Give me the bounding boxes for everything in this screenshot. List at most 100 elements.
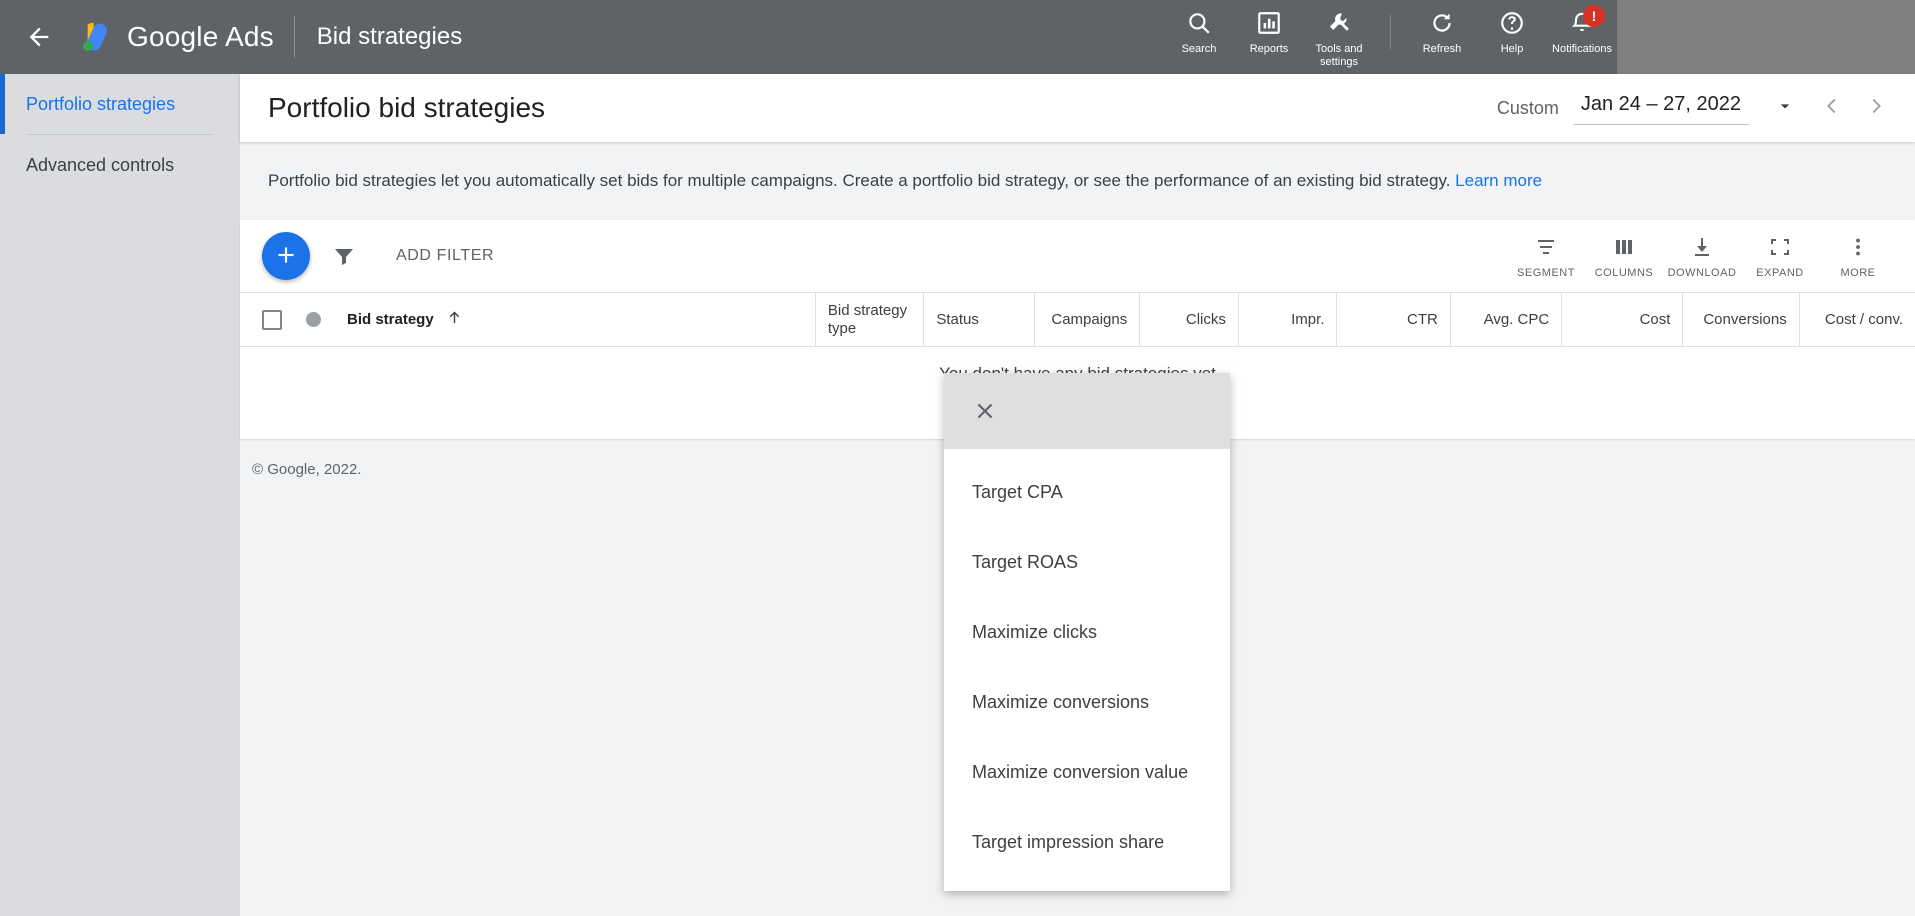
- table-tools-group: SEGMENT COLUMNS DOWNLOAD EXPAND MORE: [1507, 234, 1897, 279]
- plus-icon: [273, 242, 299, 271]
- top-app-bar: Google Ads Bid strategies Search Reports…: [0, 0, 1617, 74]
- tools-and-settings-label: Tools and settings: [1315, 43, 1363, 68]
- menu-item-maximize-conversion-value[interactable]: Maximize conversion value: [944, 737, 1230, 807]
- add-bid-strategy-button[interactable]: [262, 232, 310, 280]
- column-label: Cost: [1639, 310, 1671, 328]
- sidebar-item-label: Portfolio strategies: [26, 93, 176, 114]
- brand-title: Google Ads: [127, 21, 274, 53]
- help-button[interactable]: Help: [1477, 9, 1547, 56]
- segment-icon: [1534, 234, 1558, 260]
- column-label: Campaigns: [1051, 310, 1128, 328]
- menu-item-target-cpa[interactable]: Target CPA: [944, 457, 1230, 527]
- menu-header: [944, 373, 1230, 449]
- column-label: Status: [936, 310, 979, 328]
- sidebar-item-advanced-controls[interactable]: Advanced controls: [0, 135, 240, 195]
- sidebar-item-label: Advanced controls: [26, 154, 175, 175]
- refresh-icon: [1429, 9, 1455, 37]
- arrow-up-icon: [446, 309, 463, 331]
- left-sidebar: Portfolio strategies Advanced controls: [0, 74, 240, 916]
- search-icon: [1186, 9, 1212, 37]
- sidebar-item-portfolio-strategies[interactable]: Portfolio strategies: [0, 74, 240, 134]
- column-header-cost-per-conv[interactable]: Cost / conv.: [1798, 293, 1915, 346]
- close-x-icon[interactable]: [972, 398, 998, 424]
- columns-button[interactable]: COLUMNS: [1585, 234, 1663, 279]
- more-button[interactable]: MORE: [1819, 234, 1897, 279]
- column-label: Conversions: [1703, 310, 1787, 328]
- notifications-label: Notifications: [1552, 43, 1612, 55]
- brand-divider: [293, 16, 295, 58]
- column-header-conversions[interactable]: Conversions: [1682, 293, 1798, 346]
- funnel-filter-icon[interactable]: [332, 244, 356, 268]
- column-label: CTR: [1407, 310, 1438, 328]
- help-question-icon: [1499, 9, 1525, 37]
- menu-item-maximize-clicks[interactable]: Maximize clicks: [944, 597, 1230, 667]
- column-header-ctr[interactable]: CTR: [1336, 293, 1449, 346]
- bid-strategy-type-menu: Target CPA Target ROAS Maximize clicks M…: [944, 373, 1230, 891]
- description-strip: Portfolio bid strategies let you automat…: [240, 142, 1915, 220]
- select-all-checkbox[interactable]: [262, 309, 282, 330]
- reports-bar-chart-icon: [1256, 9, 1282, 37]
- expand-label: EXPAND: [1756, 266, 1804, 279]
- columns-label: COLUMNS: [1594, 266, 1654, 279]
- column-label: Impr.: [1291, 310, 1325, 328]
- column-label: Bid strategy: [347, 310, 434, 328]
- menu-item-label: Target impression share: [972, 832, 1165, 852]
- chevron-down-icon[interactable]: [1775, 96, 1795, 121]
- column-label: Clicks: [1185, 310, 1226, 328]
- menu-item-maximize-conversions[interactable]: Maximize conversions: [944, 667, 1230, 737]
- search-label: Search: [1181, 43, 1217, 55]
- expand-button[interactable]: EXPAND: [1741, 234, 1819, 279]
- column-label: Bid strategy type: [827, 301, 908, 337]
- add-filter-button[interactable]: ADD FILTER: [396, 247, 494, 265]
- column-header-campaigns[interactable]: Campaigns: [1033, 293, 1140, 346]
- notifications-button[interactable]: ! Notifications: [1547, 5, 1617, 56]
- chevron-left-icon[interactable]: [1821, 95, 1843, 122]
- column-header-bid-strategy-type[interactable]: Bid strategy type: [814, 293, 923, 346]
- top-actions-group: Search Reports Tools and settings Refres…: [1164, 0, 1617, 74]
- more-label: MORE: [1840, 266, 1876, 279]
- help-label: Help: [1500, 43, 1524, 55]
- menu-item-label: Maximize conversion value: [972, 762, 1189, 782]
- menu-item-label: Target ROAS: [972, 552, 1079, 572]
- search-button[interactable]: Search: [1164, 9, 1234, 56]
- columns-icon: [1612, 234, 1636, 260]
- topbar-right-filler: [1617, 0, 1915, 74]
- status-dot-icon: [306, 312, 321, 327]
- learn-more-link[interactable]: Learn more: [1455, 171, 1542, 190]
- column-label: Avg. CPC: [1483, 310, 1550, 328]
- column-header-clicks[interactable]: Clicks: [1139, 293, 1238, 346]
- column-header-avg-cpc[interactable]: Avg. CPC: [1449, 293, 1561, 346]
- refresh-button[interactable]: Refresh: [1407, 9, 1477, 56]
- date-range-mode-label: Custom: [1496, 97, 1559, 118]
- expand-icon: [1768, 234, 1792, 260]
- reports-button[interactable]: Reports: [1234, 9, 1304, 56]
- page-context-label: Bid strategies: [316, 23, 463, 50]
- tools-and-settings-button[interactable]: Tools and settings: [1304, 9, 1374, 69]
- column-header-status[interactable]: Status: [923, 293, 1033, 346]
- download-icon: [1690, 234, 1714, 260]
- brand-ads: Ads: [224, 21, 274, 52]
- menu-item-target-impression-share[interactable]: Target impression share: [944, 807, 1230, 877]
- menu-item-label: Target CPA: [972, 482, 1063, 502]
- segment-button[interactable]: SEGMENT: [1507, 234, 1585, 279]
- page-title-bar: Portfolio bid strategies Custom Jan 24 –…: [240, 74, 1915, 142]
- column-header-impressions[interactable]: Impr.: [1237, 293, 1337, 346]
- more-vert-icon: [1846, 234, 1870, 260]
- chevron-right-icon[interactable]: [1865, 95, 1887, 122]
- column-header-cost[interactable]: Cost: [1561, 293, 1682, 346]
- page-title: Portfolio bid strategies: [268, 92, 546, 123]
- menu-item-list: Target CPA Target ROAS Maximize clicks M…: [944, 449, 1230, 891]
- brand-google: Google: [127, 21, 219, 52]
- table-toolbar: ADD FILTER SEGMENT COLUMNS DOWNLOAD EXPA…: [240, 220, 1915, 292]
- back-arrow-icon[interactable]: [24, 22, 54, 52]
- description-text: Portfolio bid strategies let you automat…: [268, 171, 1451, 190]
- wrench-tools-icon: [1326, 9, 1352, 37]
- notifications-badge: !: [1583, 5, 1605, 27]
- download-button[interactable]: DOWNLOAD: [1663, 234, 1741, 279]
- segment-label: SEGMENT: [1517, 266, 1575, 279]
- refresh-label: Refresh: [1422, 43, 1462, 55]
- google-ads-logo-icon: [77, 17, 117, 57]
- column-header-bid-strategy[interactable]: Bid strategy: [240, 293, 815, 346]
- menu-item-target-roas[interactable]: Target ROAS: [944, 527, 1230, 597]
- date-range-value[interactable]: Jan 24 – 27, 2022: [1572, 91, 1749, 125]
